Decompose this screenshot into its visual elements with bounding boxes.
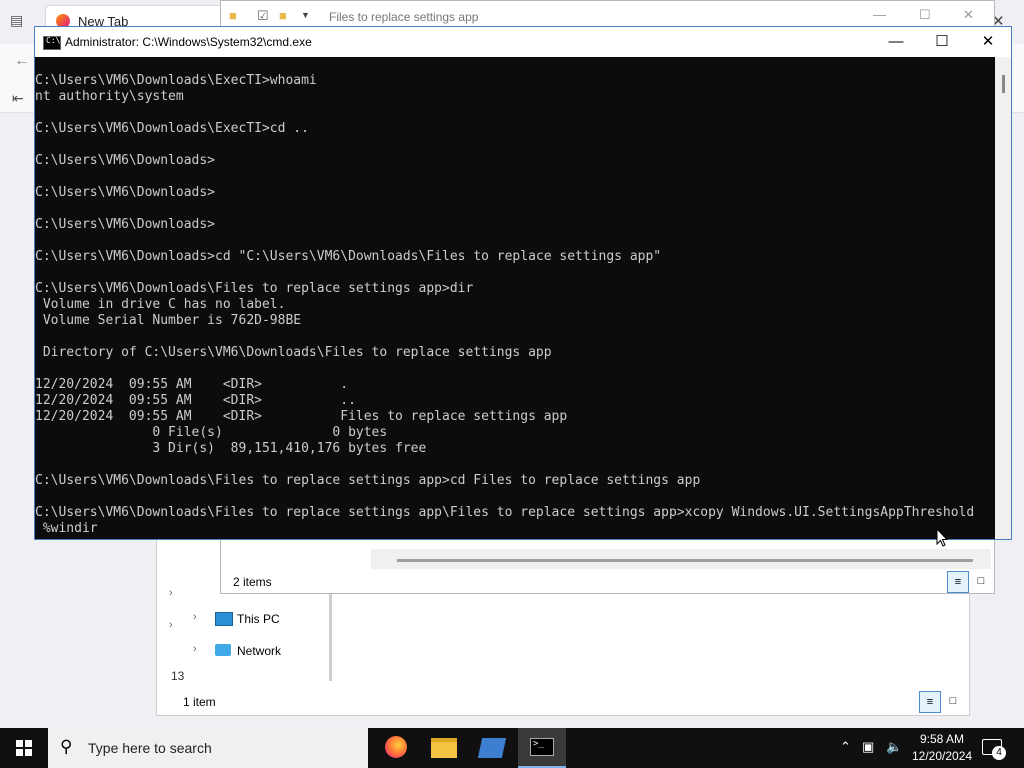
cmd-icon: C:\ <box>43 36 61 50</box>
taskbar-app-file-explorer[interactable] <box>420 728 468 768</box>
maximize-button[interactable]: ☐ <box>919 27 965 57</box>
firefox-icon <box>385 736 407 758</box>
status-item-count: 1 item <box>183 695 216 709</box>
show-hidden-icons-icon[interactable]: ⌃ <box>840 739 851 755</box>
close-button[interactable]: ✕ <box>965 27 1011 57</box>
volume-muted-icon[interactable]: 🔈 <box>886 739 902 755</box>
maximize-icon[interactable]: ☐ <box>919 7 931 23</box>
clock[interactable]: 9:58 AM 12/20/2024 <box>912 728 972 768</box>
explorer-window-title: Files to replace settings app <box>329 10 479 24</box>
network-icon <box>215 644 231 656</box>
details-view-icon[interactable]: ≡ <box>919 691 941 713</box>
close-icon[interactable]: ✕ <box>963 7 974 23</box>
details-view-icon[interactable]: ≡ <box>947 571 969 593</box>
large-icons-view-icon[interactable]: □ <box>943 691 963 711</box>
windows-logo-icon <box>16 740 32 756</box>
taskbar-app-settings[interactable] <box>468 728 516 768</box>
mouse-cursor-icon <box>936 528 948 547</box>
sign-in-icon[interactable]: ⇤ <box>12 90 24 107</box>
nav-item-network[interactable]: Network <box>237 644 281 658</box>
expand-chevron-icon[interactable]: › <box>169 619 173 631</box>
cmd-window: C:\ Administrator: C:\Windows\System32\c… <box>34 26 1012 540</box>
network-status-icon[interactable]: ▣ <box>862 739 874 755</box>
vertical-scroll-thumb[interactable] <box>1002 75 1005 93</box>
status-item-count: 2 items <box>233 575 272 589</box>
status-bar <box>183 681 969 715</box>
cmd-icon: >_ <box>530 738 554 756</box>
vertical-scrollbar[interactable] <box>995 57 1011 539</box>
folder-icon: ■ <box>229 8 237 23</box>
expand-chevron-icon[interactable]: › <box>193 611 197 623</box>
search-icon: ⚲ <box>60 737 73 756</box>
cmd-window-title: Administrator: C:\Windows\System32\cmd.e… <box>65 35 312 49</box>
pane-divider[interactable] <box>329 591 332 691</box>
cmd-titlebar[interactable]: C:\ Administrator: C:\Windows\System32\c… <box>35 27 1011 57</box>
start-button[interactable] <box>0 728 48 768</box>
quick-access-dropdown-icon[interactable]: ▼ <box>301 10 310 20</box>
console-output-area[interactable]: C:\Users\VM6\Downloads\ExecTI>whoami nt … <box>35 57 995 539</box>
notification-badge: 4 <box>992 746 1006 760</box>
taskbar-app-firefox[interactable] <box>372 728 420 768</box>
new-folder-icon[interactable]: ■ <box>279 8 287 23</box>
back-arrow-icon[interactable]: ← <box>14 52 30 70</box>
search-box[interactable]: ⚲ Type here to search <box>48 728 368 768</box>
properties-icon[interactable]: ☑ <box>257 8 269 24</box>
horizontal-scroll-thumb[interactable] <box>397 559 973 562</box>
search-placeholder: Type here to search <box>88 740 212 756</box>
clock-date: 12/20/2024 <box>912 749 973 763</box>
large-icons-view-icon[interactable]: □ <box>971 571 991 591</box>
nav-item-this-pc[interactable]: This PC <box>237 612 280 626</box>
app-icon <box>477 738 507 758</box>
minimize-button[interactable]: — <box>873 27 919 57</box>
minimize-icon[interactable]: — <box>873 7 886 22</box>
expand-chevron-icon[interactable]: › <box>193 643 197 655</box>
clock-time: 9:58 AM <box>919 732 965 746</box>
console-text: C:\Users\VM6\Downloads\ExecTI>whoami nt … <box>35 73 975 536</box>
pc-icon <box>215 612 233 626</box>
tab-list-icon[interactable]: ▤ <box>10 12 23 29</box>
taskbar-app-command-prompt[interactable]: >_ <box>518 728 566 768</box>
folder-icon <box>431 738 457 758</box>
taskbar: ⚲ Type here to search >_ ⌃ ▣ 🔈 9:58 AM 1… <box>0 728 1024 768</box>
expand-chevron-icon[interactable]: › <box>169 587 173 599</box>
